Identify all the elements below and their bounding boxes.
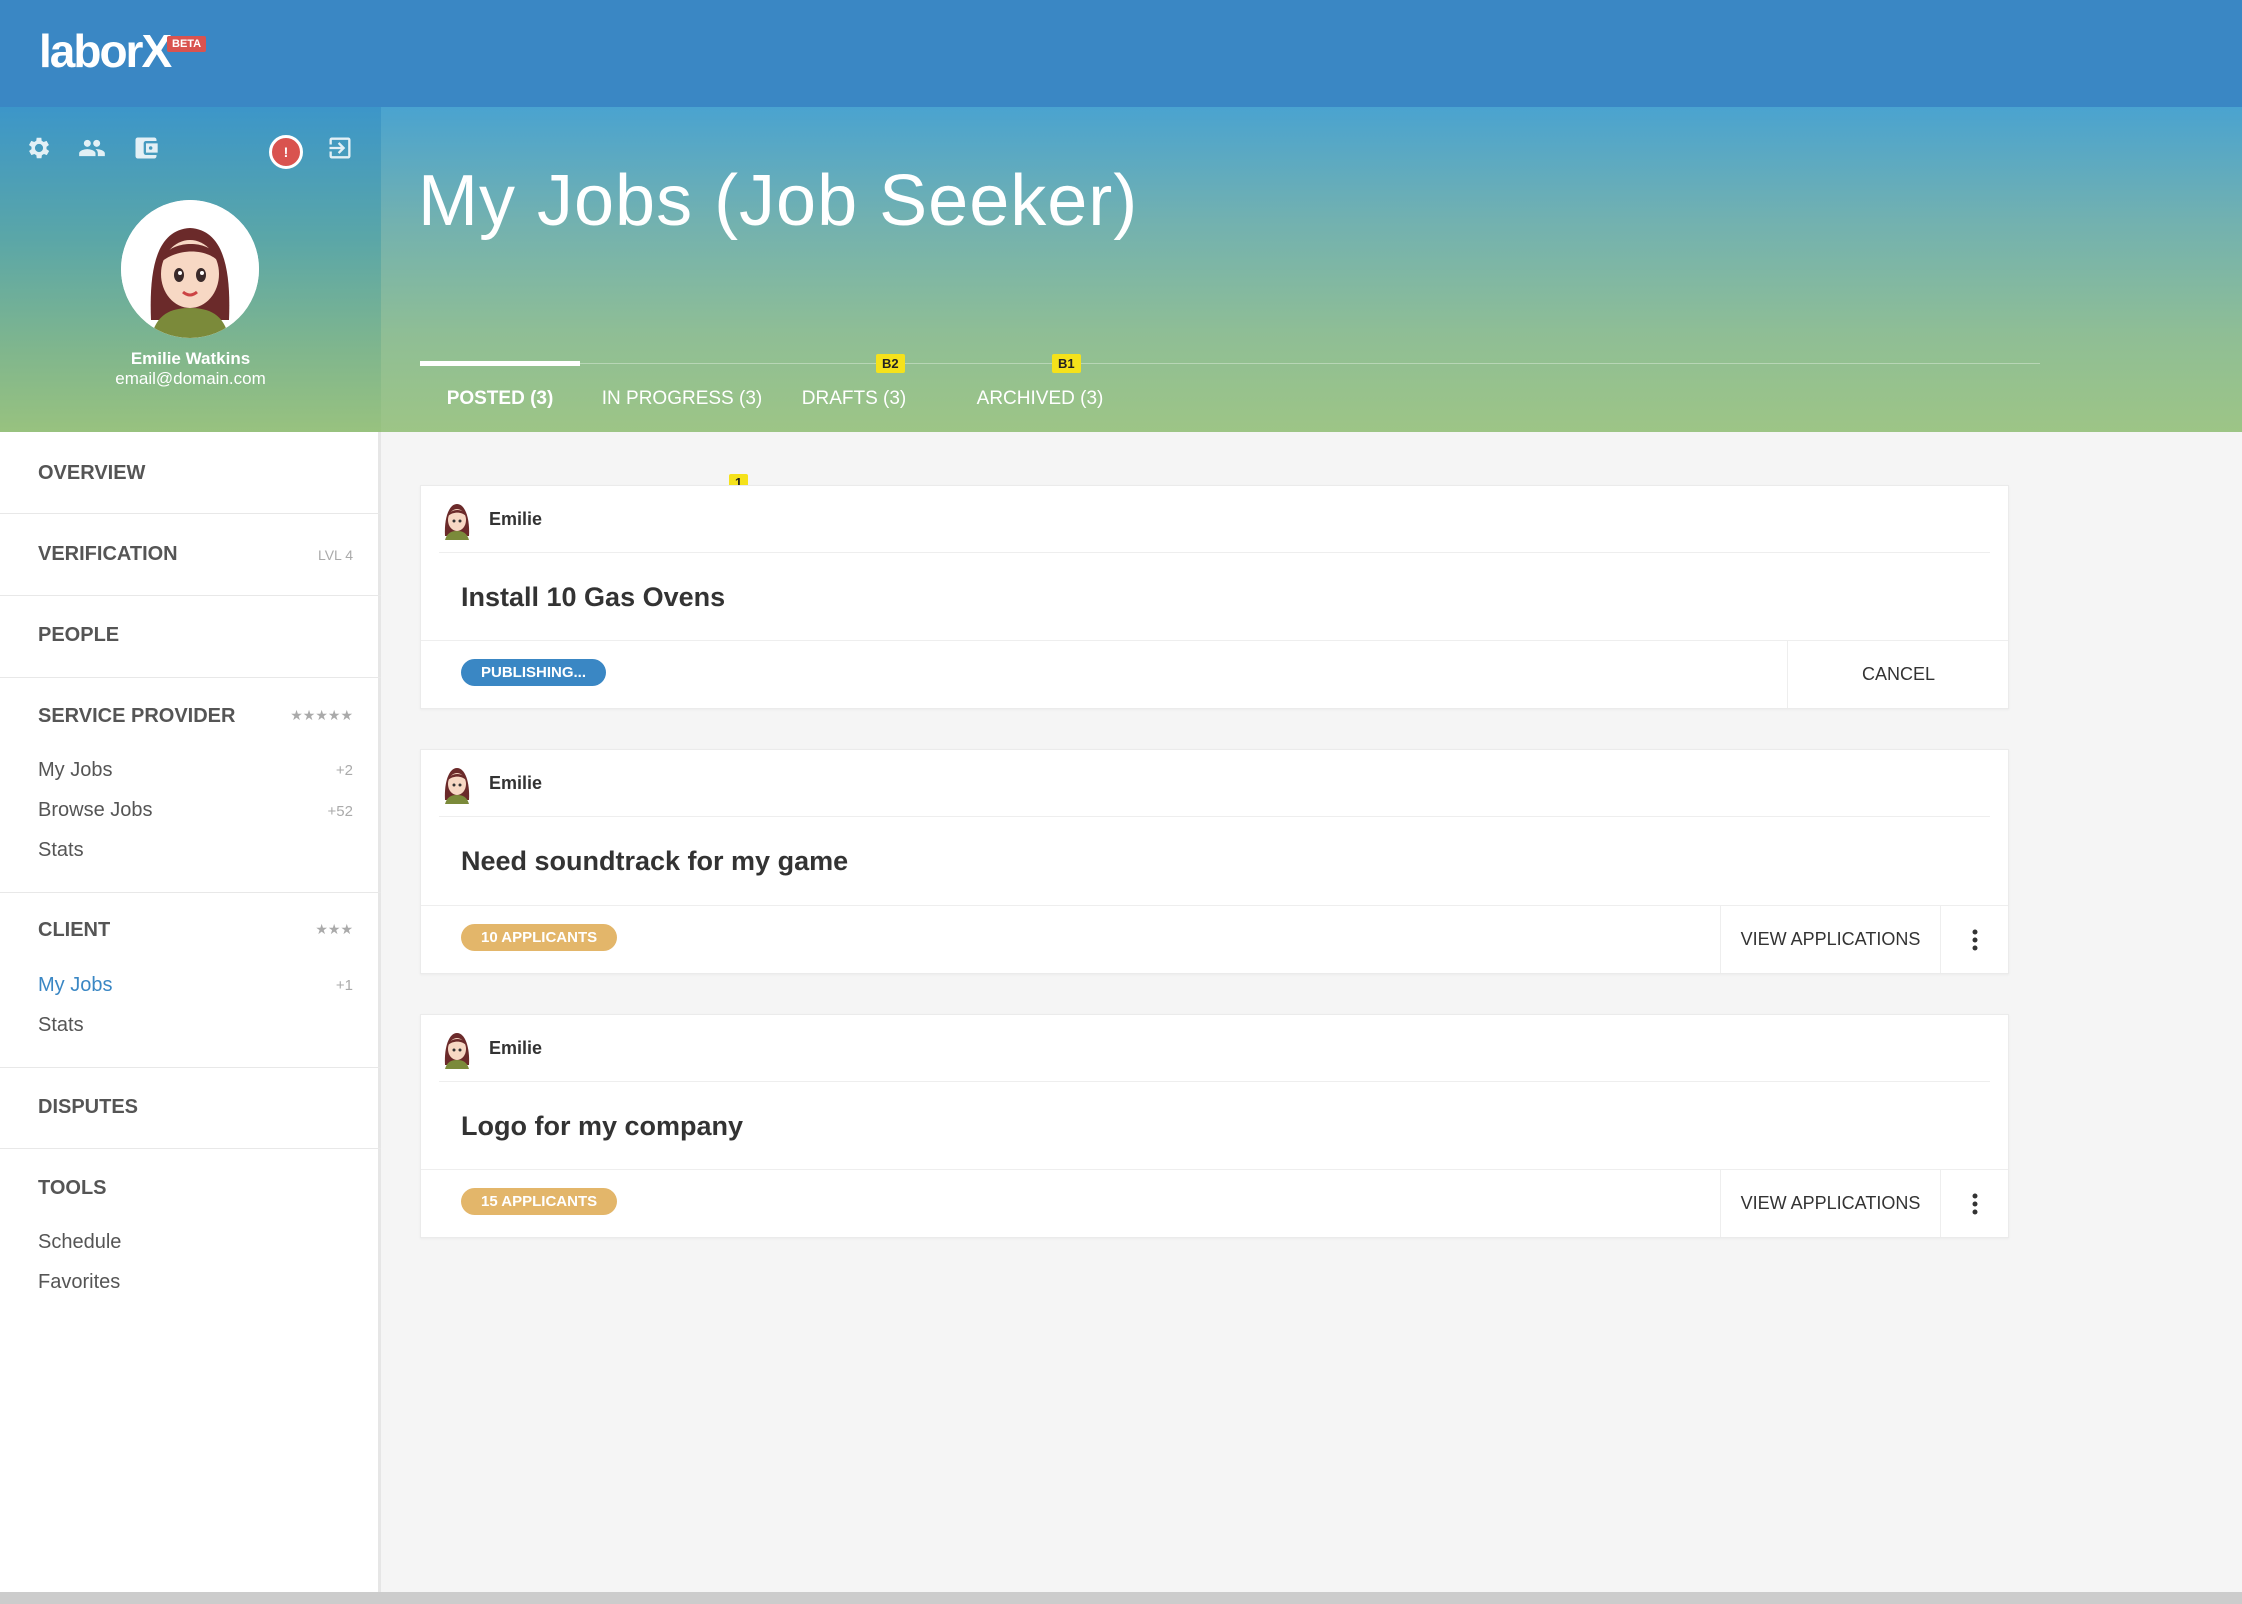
sidebar: OVERVIEW VERIFICATION LVL 4 PEOPLE SERVI… xyxy=(0,432,381,1592)
tab-badge: B2 xyxy=(876,354,905,373)
card-divider xyxy=(439,552,1990,553)
service-provider-rating: ★★★★★ xyxy=(290,707,353,723)
settings-icon[interactable] xyxy=(24,133,54,163)
card-header: Emilie xyxy=(421,1015,2008,1082)
card-divider xyxy=(439,816,1990,817)
more-vert-icon[interactable] xyxy=(1940,1170,2009,1237)
nav-people-label: PEOPLE xyxy=(38,624,120,646)
nav-sp-my-jobs-count: +2 xyxy=(335,762,353,779)
nav-tools-favorites[interactable]: Favorites xyxy=(38,1271,120,1294)
cancel-button[interactable]: CANCEL xyxy=(1787,641,2009,708)
verification-level: LVL 4 xyxy=(317,547,353,563)
tab-label: ARCHIVED (3) xyxy=(976,387,1104,409)
client-rating: ★★★ xyxy=(315,921,353,937)
nav-disputes-label: DISPUTES xyxy=(38,1096,139,1118)
nav-overview[interactable]: OVERVIEW xyxy=(0,432,381,514)
tab-label: IN PROGRESS (3) xyxy=(601,387,763,409)
nav-service-provider-label[interactable]: SERVICE PROVIDER xyxy=(38,705,235,728)
tab-archived[interactable]: B1 ARCHIVED (3) xyxy=(968,354,1112,433)
nav-verification-label: VERIFICATION xyxy=(38,543,178,565)
applicants-badge: 10 APPLICANTS xyxy=(461,924,618,951)
nav-sp-my-jobs[interactable]: My Jobs xyxy=(38,759,112,782)
applicants-badge: 15 APPLICANTS xyxy=(461,1188,618,1215)
tab-active-indicator xyxy=(420,361,580,366)
status-badge: PUBLISHING... xyxy=(461,659,607,686)
nav-sp-browse-jobs[interactable]: Browse Jobs xyxy=(38,799,153,822)
view-applications-button[interactable]: VIEW APPLICATIONS xyxy=(1720,1170,1940,1237)
author-avatar xyxy=(439,500,475,540)
more-vert-icon[interactable] xyxy=(1940,906,2009,973)
profile-toolbar xyxy=(0,133,381,173)
tab-in-progress[interactable]: IN PROGRESS (3) xyxy=(596,364,768,433)
avatar[interactable] xyxy=(121,200,259,338)
nav-people[interactable]: PEOPLE xyxy=(0,596,381,678)
job-title[interactable]: Install 10 Gas Ovens xyxy=(461,582,725,613)
card-footer: 15 APPLICANTS VIEW APPLICATIONS xyxy=(421,1169,2008,1237)
job-card: Emilie Need soundtrack for my game 10 AP… xyxy=(420,749,2009,974)
alert-icon[interactable]: ! xyxy=(269,135,303,169)
nav-client-label[interactable]: CLIENT xyxy=(38,919,110,942)
job-title[interactable]: Logo for my company xyxy=(461,1111,743,1142)
author-name: Emilie xyxy=(489,509,543,529)
nav-client: CLIENT ★★★ My Jobs +1 Stats xyxy=(0,893,381,1068)
nav-sp-browse-jobs-count: +52 xyxy=(327,803,353,820)
author-name: Emilie xyxy=(489,1038,543,1058)
tab-label: DRAFTS (3) xyxy=(801,387,907,409)
wallet-icon[interactable] xyxy=(131,133,161,163)
bottom-scroll-bar xyxy=(0,1592,2242,1604)
logo[interactable]: laborX xyxy=(39,24,172,78)
user-email: email@domain.com xyxy=(115,369,266,388)
nav-client-my-jobs[interactable]: My Jobs xyxy=(38,974,112,997)
nav-overview-label: OVERVIEW xyxy=(38,462,146,484)
author-avatar xyxy=(439,1029,475,1069)
card-footer: 10 APPLICANTS VIEW APPLICATIONS xyxy=(421,905,2008,973)
card-header: Emilie xyxy=(421,486,2008,553)
page-title: My Jobs (Job Seeker) xyxy=(418,161,1139,241)
top-bar: laborX BETA xyxy=(0,0,2242,107)
tab-label: POSTED (3) xyxy=(446,387,554,409)
author-name: Emilie xyxy=(489,773,543,793)
nav-disputes[interactable]: DISPUTES xyxy=(0,1068,381,1149)
view-applications-button[interactable]: VIEW APPLICATIONS xyxy=(1720,906,1940,973)
tab-badge: B1 xyxy=(1052,354,1081,373)
nav-tools: TOOLS Schedule Favorites xyxy=(0,1149,381,1319)
card-header: Emilie xyxy=(421,750,2008,817)
logout-icon[interactable] xyxy=(325,133,355,163)
nav-service-provider: SERVICE PROVIDER ★★★★★ My Jobs +2 Browse… xyxy=(0,678,381,893)
nav-sp-stats[interactable]: Stats xyxy=(38,839,84,862)
job-title[interactable]: Need soundtrack for my game xyxy=(461,846,848,877)
card-footer: PUBLISHING... CANCEL xyxy=(421,640,2008,708)
nav-client-my-jobs-count: +1 xyxy=(335,977,353,994)
job-card: Emilie Install 10 Gas Ovens PUBLISHING..… xyxy=(420,485,2009,709)
beta-badge: BETA xyxy=(167,36,207,52)
card-divider xyxy=(439,1081,1990,1082)
nav-client-stats[interactable]: Stats xyxy=(38,1014,84,1037)
tab-drafts[interactable]: B2 DRAFTS (3) xyxy=(792,354,916,433)
nav-tools-schedule[interactable]: Schedule xyxy=(38,1231,121,1254)
people-icon[interactable] xyxy=(77,133,107,163)
job-card: Emilie Logo for my company 15 APPLICANTS… xyxy=(420,1014,2009,1238)
author-avatar xyxy=(439,764,475,804)
nav-tools-label[interactable]: TOOLS xyxy=(38,1177,107,1200)
user-name: Emilie Watkins xyxy=(130,349,251,368)
nav-verification[interactable]: VERIFICATION LVL 4 xyxy=(0,514,381,596)
tab-bar: POSTED (3) IN PROGRESS (3) B2 DRAFTS (3)… xyxy=(420,354,2040,433)
tab-posted[interactable]: POSTED (3) xyxy=(420,361,580,433)
